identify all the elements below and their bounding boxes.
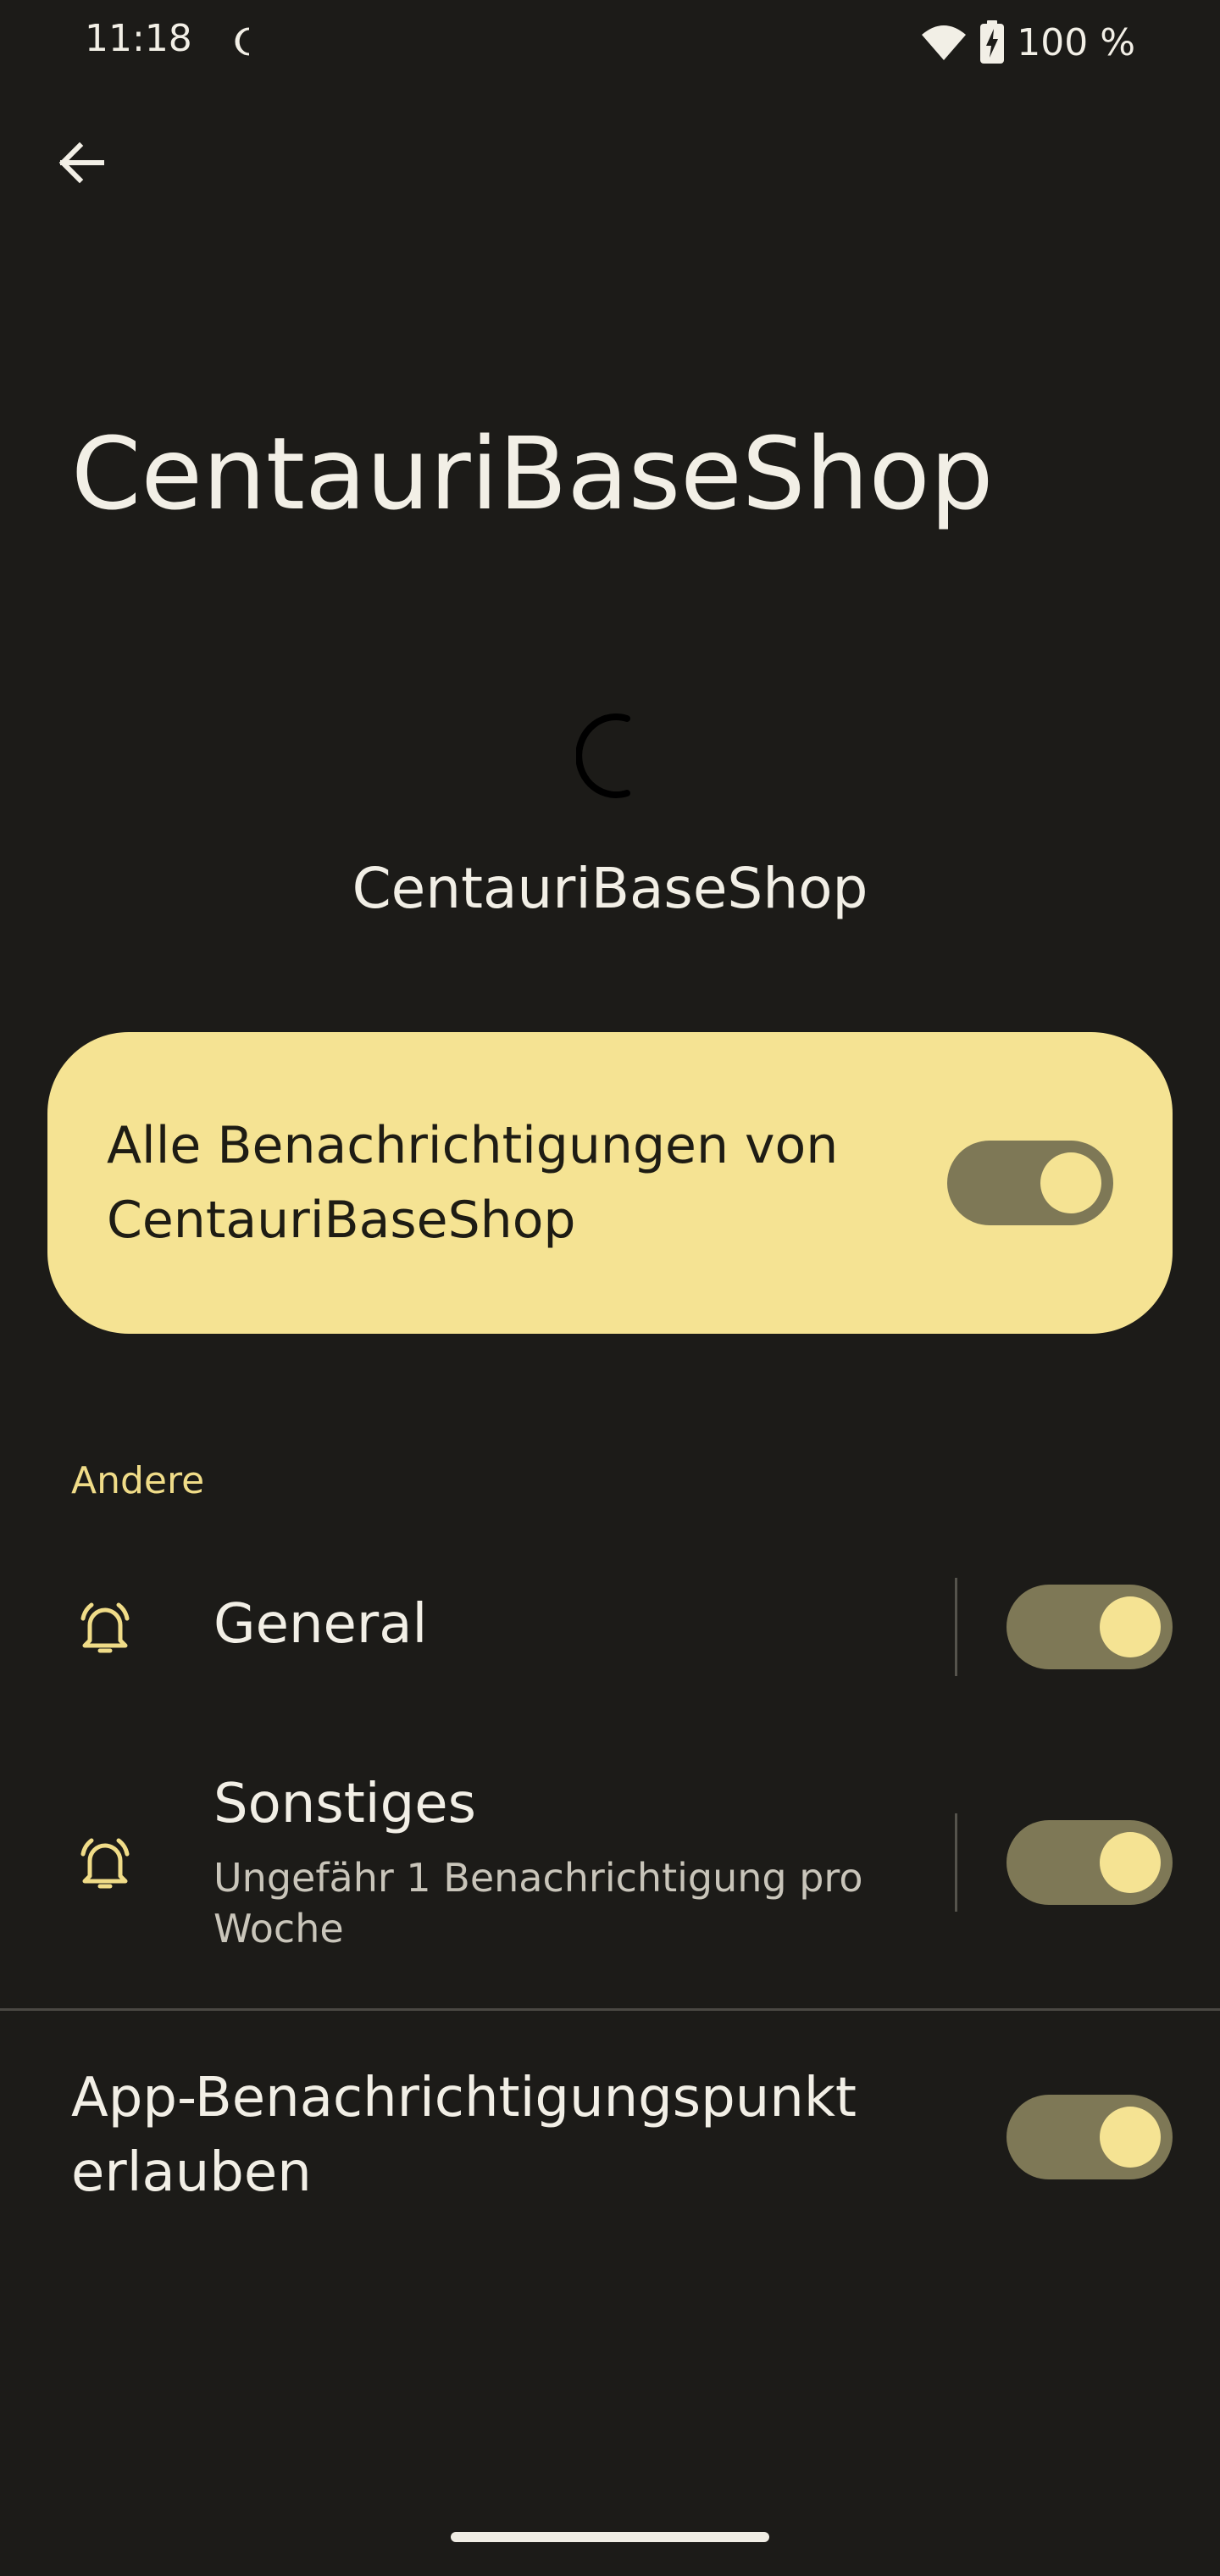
toggle-knob [1100,2107,1161,2168]
back-button[interactable] [47,129,115,197]
wifi-icon [922,25,967,60]
arrow-left-icon [58,142,104,184]
toggle-knob [1100,1832,1161,1893]
bell-ring-icon [80,1602,130,1653]
row-divider [955,1578,957,1676]
section-header: Andere [71,1459,205,1502]
toggle-knob [1040,1152,1101,1213]
app-name: CentauriBaseShop [352,856,868,921]
page-title: CentauriBaseShop [71,415,994,532]
loading-spinner-icon [576,713,630,798]
bell-ring-icon [80,1838,130,1889]
channel-toggle-general[interactable] [1006,1585,1173,1669]
section-divider [0,2008,1220,2011]
home-indicator[interactable] [451,2532,769,2542]
status-icons: 100 % [920,17,1135,68]
all-notifications-card[interactable]: Alle Benachrichtigungen von CentauriBase… [47,1032,1173,1334]
battery-charging-icon [980,20,1005,64]
status-bar: 11:18 100 % [0,0,1220,85]
notification-dot-toggle[interactable] [1006,2095,1173,2179]
notification-dot-label: App-Benachrichtigungspunkt erlauben [71,2067,857,2204]
channel-subtitle: Ungefähr 1 Benachrichtigung pro Woche [214,1855,863,1951]
row-divider [955,1813,957,1912]
channel-toggle-sonstiges[interactable] [1006,1820,1173,1905]
toggle-knob [1100,1596,1161,1657]
status-time: 11:18 [85,17,192,60]
do-not-disturb-moon-icon [235,27,250,56]
channel-title: General [214,1593,428,1656]
all-notifications-toggle[interactable] [947,1141,1113,1225]
channel-title: Sonstiges [214,1773,476,1835]
all-notifications-label: Alle Benachrichtigungen von CentauriBase… [107,1116,839,1250]
battery-percent: 100 % [1017,20,1135,64]
